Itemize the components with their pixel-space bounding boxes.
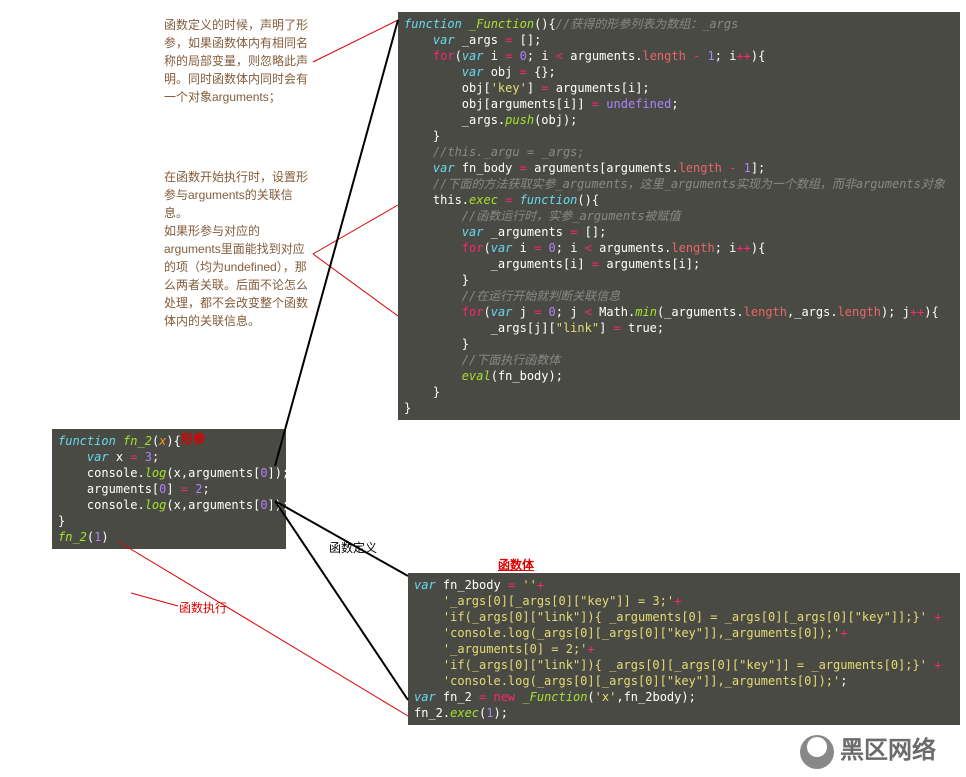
label-param: 形参 [181, 430, 205, 447]
site-logo: 黑区网络 [800, 730, 936, 769]
label-exec: 函数执行 [179, 599, 227, 616]
label-define: 函数定义 [329, 539, 377, 556]
label-body: 函数体 [498, 556, 534, 573]
code-block-fn2: function fn_2(x){ var x = 3; console.log… [52, 429, 286, 549]
note-definition: 函数定义的时候，声明了形参，如果函数体内有相同名称的局部变量，则忽略此声明。同时… [164, 16, 314, 106]
code-block-fn2body: var fn_2body = ''+ '_args[0][_args[0]["k… [408, 573, 960, 725]
note-execution: 在函数开始执行时，设置形参与arguments的关联信息。 如果形参与对应的ar… [164, 168, 314, 330]
code-block-function: function _Function(){//获得的形参列表为数组：_args … [398, 12, 960, 420]
mushroom-icon [800, 735, 834, 769]
